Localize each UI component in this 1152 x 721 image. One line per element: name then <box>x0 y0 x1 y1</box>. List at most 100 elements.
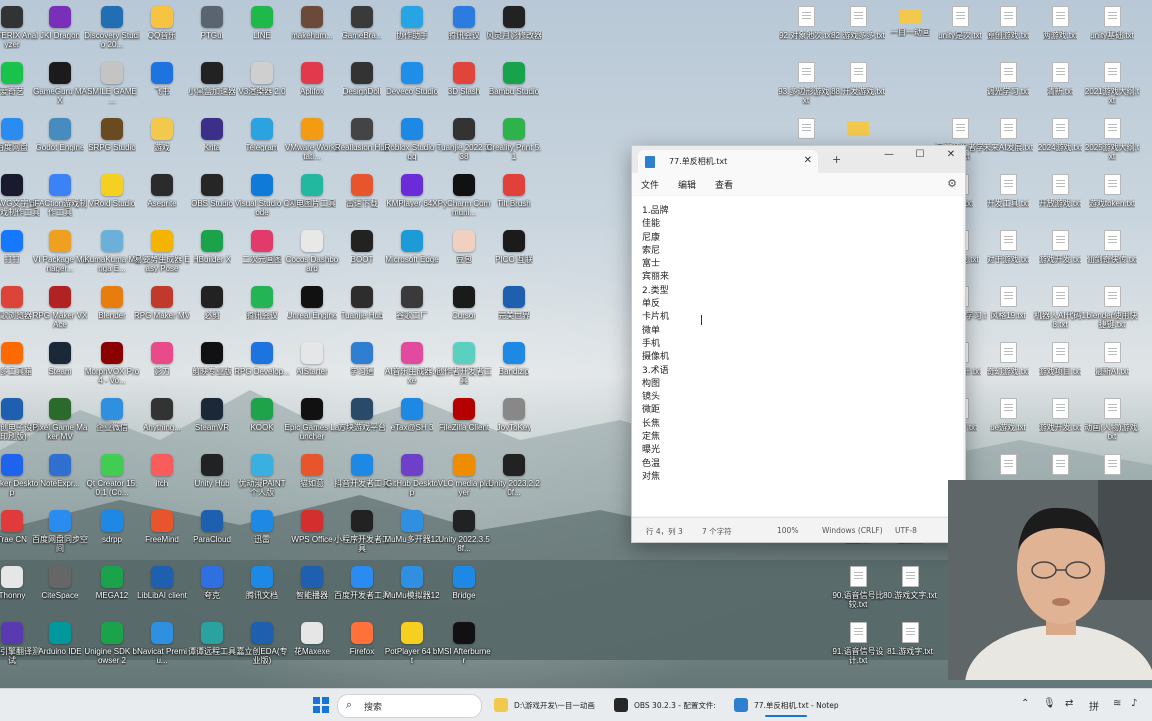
desktop-icon[interactable]: Deveco Studio <box>384 62 440 96</box>
desktop-icon[interactable]: Bridge <box>436 566 492 600</box>
desktop-icon[interactable]: 腾讯文档 <box>234 566 290 600</box>
desktop-text-file[interactable]: 奇幻游戏.txt <box>980 342 1036 376</box>
desktop-icon[interactable]: AIStarter <box>284 342 340 376</box>
desktop-icon[interactable]: 豆包 <box>436 230 492 264</box>
desktop-icon[interactable]: Bambu Studio <box>486 62 542 96</box>
desktop-icon[interactable]: eTax@SH 3 <box>384 398 440 432</box>
desktop-icon[interactable]: 3D Slash <box>436 62 492 96</box>
desktop-icon[interactable]: MEGA12 <box>84 566 140 600</box>
desktop-icon[interactable]: Cocos Dashboard <box>284 230 340 273</box>
desktop-icon[interactable]: Godot Engine <box>32 118 88 152</box>
desktop-icon[interactable]: Anything... <box>134 398 190 432</box>
desktop-text-file[interactable]: 清新.txt <box>1032 62 1088 96</box>
desktop-icon[interactable]: RPG Develop... <box>234 342 290 376</box>
desktop-icon[interactable]: 剪映专业版 <box>184 342 240 376</box>
desktop-icon[interactable]: GameBra... <box>334 6 390 40</box>
desktop-icon[interactable]: RPG Maker MV <box>134 286 190 320</box>
desktop-text-file[interactable]: 游戏开发.txt <box>1032 230 1088 264</box>
desktop-icon[interactable]: 创作者开发者工具 <box>436 342 492 385</box>
menu-view[interactable]: 查看 <box>715 178 733 191</box>
tray-chevron-icon[interactable]: ⌃ <box>1021 698 1029 709</box>
desktop-icon[interactable]: Firefox <box>334 622 390 656</box>
menu-edit[interactable]: 编辑 <box>678 178 696 191</box>
desktop-icon[interactable]: AI音乐生成器.exe <box>384 342 440 385</box>
desktop-icon[interactable]: Aseprite <box>134 174 190 208</box>
desktop-icon[interactable]: 方块游戏平台 <box>334 398 390 432</box>
desktop-text-file[interactable]: 2021游戏大纲.txt <box>1084 62 1140 105</box>
desktop-icon[interactable]: V3渲染器 2.0 <box>234 62 290 96</box>
desktop-icon[interactable]: Telegram <box>234 118 290 152</box>
desktop-icon[interactable]: Roblox Studio - qq <box>384 118 440 161</box>
desktop-icon[interactable]: 猫如意 <box>284 454 340 488</box>
speaker-icon[interactable]: ♪ <box>1131 698 1137 709</box>
desktop-icon[interactable]: 百度开发者工具 <box>334 566 390 600</box>
taskbar-app-button[interactable]: D:\游戏开发\一目一动画 <box>494 693 595 717</box>
desktop-icon[interactable]: Tuanjie 2022.3.38 <box>436 118 492 161</box>
desktop-icon[interactable]: 飞书 <box>134 62 190 96</box>
desktop-text-file[interactable]: 机器人AI代码18.txt <box>1032 286 1088 329</box>
desktop-text-file[interactable]: 开发工具.txt <box>980 174 1036 208</box>
desktop-text-file[interactable]: 游戏开发.txt <box>1032 398 1088 432</box>
desktop-icon[interactable]: CiteSpace <box>32 566 88 600</box>
desktop-icon[interactable]: LINE <box>234 6 290 40</box>
desktop-icon[interactable]: 夸克 <box>184 566 240 600</box>
desktop-icon[interactable]: 优动漫PAINT 个人版 <box>234 454 290 497</box>
desktop-icon[interactable]: Unity 2023.2.20f... <box>486 454 542 497</box>
desktop-icon[interactable]: 百度网盘同步空间 <box>32 510 88 553</box>
desktop-icon[interactable]: 游戏 <box>134 118 190 152</box>
desktop-icon[interactable]: 学习通 <box>334 342 390 376</box>
desktop-text-file[interactable]: 90.语音信号比较.txt <box>830 566 886 609</box>
desktop-icon[interactable]: 迅雷 <box>234 510 290 544</box>
desktop-icon[interactable]: Steam <box>32 342 88 376</box>
taskbar-search-box[interactable]: ⌕ 搜索 <box>337 694 482 718</box>
desktop-icon[interactable]: 风灵月影修改器 <box>486 6 542 40</box>
desktop-text-file[interactable]: 未来AI发展.txt <box>980 118 1036 152</box>
desktop-icon[interactable]: HBuilder X <box>184 230 240 264</box>
desktop-icon[interactable]: KumaKuma Manga E... <box>84 230 140 273</box>
desktop-icon[interactable]: 易姿势生成器 Easy Pose <box>134 230 190 273</box>
desktop-icon[interactable]: sdrpp <box>84 510 140 544</box>
desktop-icon[interactable]: 小黑盒加速器 <box>184 62 240 96</box>
close-window-icon[interactable]: ✕ <box>937 149 965 160</box>
desktop-icon[interactable]: PyCharm Communi... <box>436 174 492 217</box>
maximize-icon[interactable]: ☐ <box>906 149 934 160</box>
desktop-icon[interactable]: 闪电图片工具 <box>284 174 340 208</box>
desktop-icon[interactable]: Bandizip <box>486 342 542 376</box>
desktop-icon[interactable]: KMPlayer 64X <box>384 174 440 208</box>
desktop-text-file[interactable]: 风格19.txt <box>980 286 1036 320</box>
desktop-icon[interactable]: MSI Afterburner <box>436 622 492 665</box>
desktop-icon[interactable]: MuMu多开器12 <box>384 510 440 544</box>
desktop-icon[interactable]: Navicat Premiu... <box>134 622 190 665</box>
desktop-icon[interactable]: GitHub Desktop <box>384 454 440 497</box>
desktop-icon[interactable]: Krita <box>184 118 240 152</box>
desktop-text-file[interactable]: 原创游戏.txt <box>980 6 1036 40</box>
desktop-text-file[interactable]: 开放游戏.txt <box>1032 174 1088 208</box>
desktop-icon[interactable]: Qt Creator 15.0.1 (Co... <box>84 454 140 497</box>
tab-close-icon[interactable]: ✕ <box>804 155 812 166</box>
desktop-icon[interactable]: GameGuru MAX <box>32 62 88 105</box>
desktop-icon[interactable]: Reallusion Hub <box>334 118 390 152</box>
desktop-text-file[interactable]: 对于游戏.txt <box>980 230 1036 264</box>
desktop-icon[interactable]: VRoid Studio <box>84 174 140 208</box>
desktop-icon[interactable]: 二次元画图 <box>234 230 290 264</box>
desktop-text-file[interactable]: 仙剑奇侠传.txt <box>1084 230 1140 264</box>
desktop-icon[interactable]: Visual Studio Code <box>234 174 290 217</box>
desktop-icon[interactable]: iFACtion游戏制作工具 <box>32 174 88 217</box>
desktop-text-file[interactable]: 动画(人物)游戏.txt <box>1084 398 1140 441</box>
desktop-icon[interactable]: 腾讯会议 <box>436 6 492 40</box>
desktop-icon[interactable]: PotPlayer 64 bit <box>384 622 440 665</box>
desktop-text-file[interactable]: 调光学习.txt <box>980 62 1036 96</box>
desktop-text-file[interactable]: unity基础.txt <box>1084 6 1140 40</box>
desktop-icon[interactable]: FreeMind <box>134 510 190 544</box>
desktop-icon[interactable]: makehum... <box>284 6 340 40</box>
desktop-icon[interactable]: RPG Maker VX Ace <box>32 286 88 329</box>
notepad-tab[interactable]: 77.单反相机.txt ✕ <box>638 150 818 173</box>
desktop-icon[interactable]: 嘉立创EDA(专业版) <box>234 622 290 665</box>
desktop-icon[interactable]: LibLibAI client <box>134 566 190 600</box>
notepad-window[interactable]: 77.单反相机.txt ✕ + — ☐ ✕ 文件 编辑 查看 ⚙ 1.品牌 佳能尼… <box>631 145 966 543</box>
desktop-text-file[interactable]: 最新AI.txt <box>1084 342 1140 376</box>
desktop-text-file[interactable]: 91.语音信号设计.txt <box>830 622 886 665</box>
desktop-icon[interactable]: BOOT <box>334 230 390 264</box>
desktop-icon[interactable]: PICO 互联 <box>486 230 542 264</box>
desktop-icon[interactable]: Epic Games Launcher <box>284 398 340 441</box>
